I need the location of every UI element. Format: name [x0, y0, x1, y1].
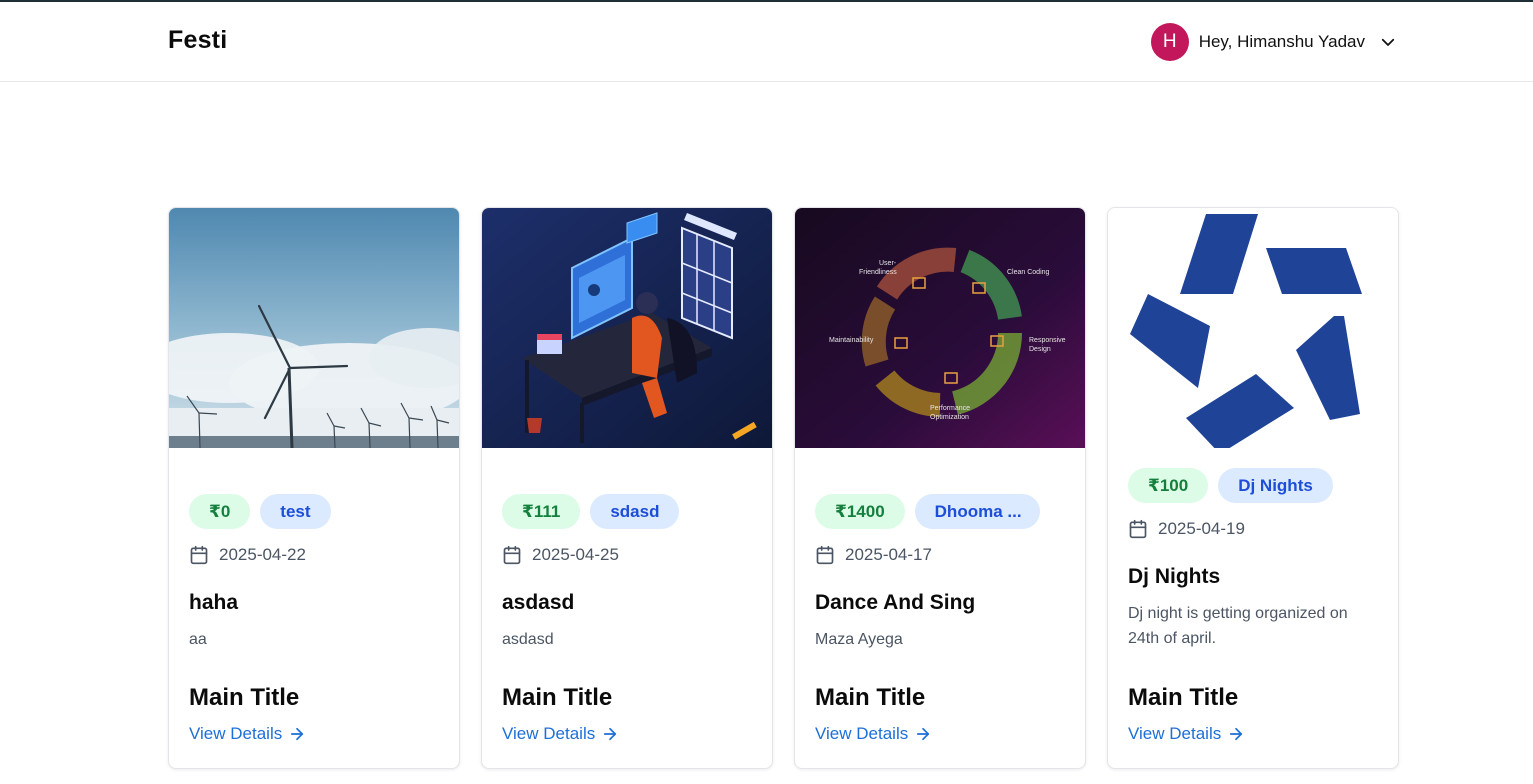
price-badge: ₹111	[502, 494, 581, 529]
arrow-right-icon	[917, 727, 930, 741]
calendar-icon	[816, 545, 834, 565]
category-badge: Dj Nights	[1218, 468, 1333, 503]
main-title: Main Title	[1128, 684, 1239, 711]
event-card[interactable]: ₹111 sdasd 2025-04-25 asdasd asdasd Main…	[481, 207, 773, 769]
event-date: 2025-04-22	[219, 545, 306, 564]
category-badge: Dhooma ...	[914, 494, 1040, 529]
price-badge: ₹1400	[815, 494, 905, 529]
tag-row: ₹1400 Dhooma ...	[815, 494, 1065, 529]
cycle-label: Friendliness	[859, 269, 897, 276]
event-card[interactable]: ₹100 Dj Nights 2025-04-19 Dj Nights Dj n…	[1107, 207, 1399, 769]
view-details-link[interactable]: View Details	[189, 724, 306, 744]
main-title: Main Title	[815, 684, 926, 711]
cycle-label: Responsive	[1029, 337, 1066, 344]
event-card[interactable]: ₹0 test 2025-04-22 haha aa Main Title Vi…	[168, 207, 460, 769]
event-date: 2025-04-19	[1158, 519, 1245, 538]
tag-row: ₹111 sdasd	[502, 494, 752, 529]
calendar-icon	[190, 545, 208, 565]
chevron-down-icon	[1381, 38, 1395, 46]
event-title: asdasd	[502, 591, 575, 614]
cycle-label: Optimization	[930, 414, 969, 421]
date-row: 2025-04-25	[502, 543, 752, 567]
avatar: H	[1150, 23, 1189, 61]
date-row: 2025-04-22	[189, 543, 439, 567]
arrow-right-icon	[604, 727, 617, 741]
cycle-label: Design	[1029, 346, 1051, 353]
event-image-development-cycle: User- Friendliness Clean Coding Maintain…	[795, 208, 1085, 448]
category-badge: sdasd	[590, 494, 680, 529]
event-description: Dj night is getting organized on 24th of…	[1128, 605, 1348, 647]
category-badge: test	[260, 494, 331, 529]
event-date: 2025-04-17	[845, 545, 932, 564]
cycle-label: User-	[879, 260, 897, 267]
user-menu[interactable]: H Hey, Himanshu Yadav	[1150, 22, 1397, 62]
price-badge: ₹0	[189, 494, 251, 529]
event-card[interactable]: User- Friendliness Clean Coding Maintain…	[794, 207, 1086, 769]
brand-logo[interactable]: Festi	[168, 26, 227, 55]
cycle-label: Clean Coding	[1007, 269, 1050, 276]
view-details-label: View Details	[1128, 724, 1222, 743]
event-image-developer-desk	[482, 208, 772, 448]
main-title: Main Title	[189, 684, 300, 711]
view-details-link[interactable]: View Details	[1128, 724, 1245, 744]
arrow-right-icon	[291, 727, 304, 741]
event-image-wind-turbines	[169, 208, 459, 448]
event-title: haha	[189, 591, 239, 614]
view-details-label: View Details	[502, 724, 596, 743]
cycle-label: Maintainability	[829, 337, 874, 344]
event-date: 2025-04-25	[532, 545, 619, 564]
tag-row: ₹100 Dj Nights	[1128, 468, 1378, 503]
date-row: 2025-04-19	[1128, 517, 1378, 541]
main-title: Main Title	[502, 684, 613, 711]
view-details-label: View Details	[189, 724, 283, 743]
event-title: Dance And Sing	[815, 591, 976, 614]
view-details-link[interactable]: View Details	[502, 724, 619, 744]
price-badge: ₹100	[1128, 468, 1209, 503]
calendar-icon	[1129, 519, 1147, 539]
user-greeting: Hey, Himanshu Yadav	[1198, 32, 1365, 51]
view-details-link[interactable]: View Details	[815, 724, 932, 744]
cycle-label: Performance	[930, 405, 971, 412]
event-grid: ₹0 test 2025-04-22 haha aa Main Title Vi…	[168, 207, 1399, 769]
calendar-icon	[503, 545, 521, 565]
arrow-right-icon	[1230, 727, 1243, 741]
tag-row: ₹0 test	[189, 494, 439, 529]
event-title: Dj Nights	[1128, 565, 1221, 588]
date-row: 2025-04-17	[815, 543, 1065, 567]
view-details-label: View Details	[815, 724, 909, 743]
event-image-blue-star-logo	[1108, 208, 1398, 448]
event-description: Maza Ayega	[815, 631, 903, 648]
event-description: aa	[189, 631, 207, 648]
navbar: Festi H Hey, Himanshu Yadav	[0, 2, 1533, 82]
event-description: asdasd	[502, 631, 554, 648]
